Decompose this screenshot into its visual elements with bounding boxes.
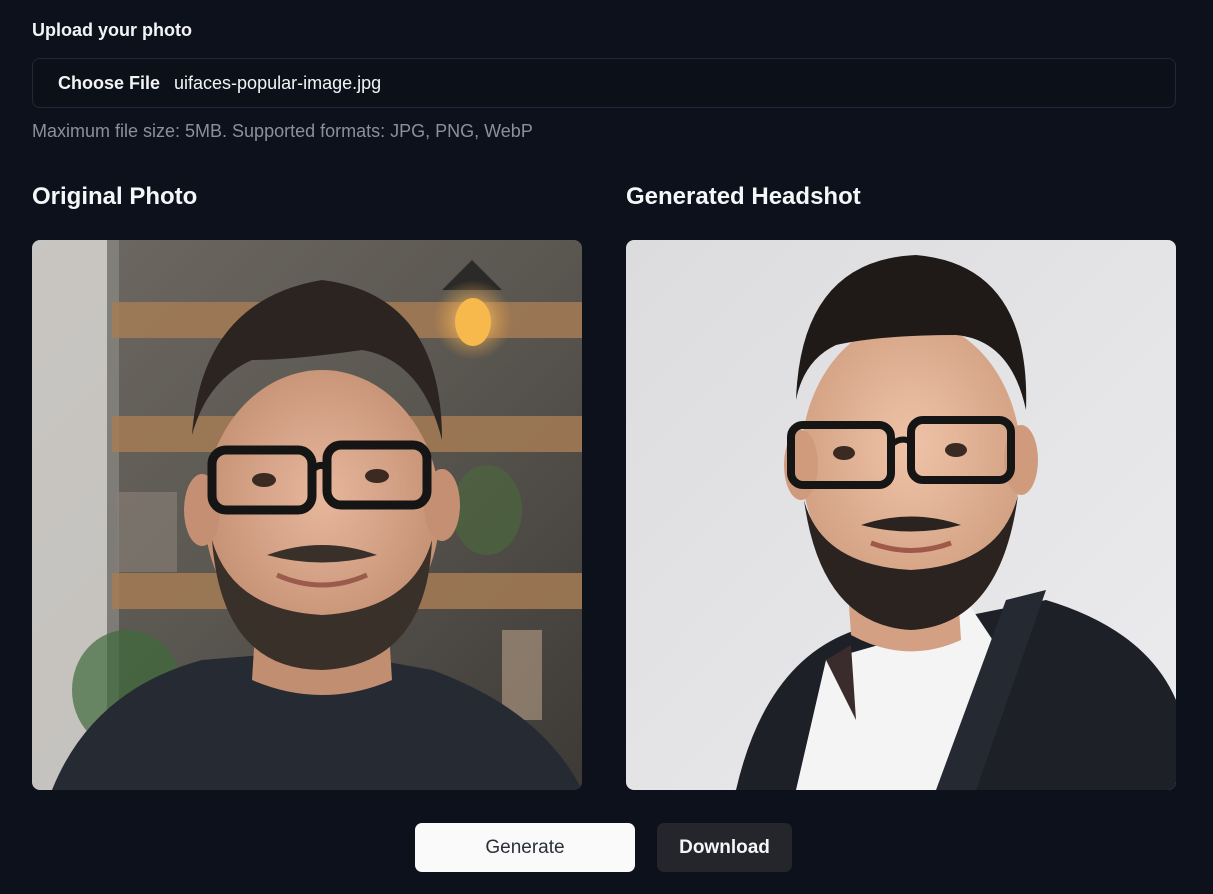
file-input[interactable]: Choose File uifaces-popular-image.jpg [32,58,1176,108]
original-photo [32,240,582,790]
original-photo-title: Original Photo [32,183,198,210]
upload-hint: Maximum file size: 5MB. Supported format… [32,121,533,141]
generated-headshot-title: Generated Headshot [626,183,861,210]
selected-file-name: uifaces-popular-image.jpg [174,72,382,93]
upload-label: Upload your photo [32,20,192,40]
download-button[interactable]: Download [657,823,792,872]
generate-button[interactable]: Generate [415,823,635,872]
generated-headshot-photo [626,240,1176,790]
choose-file-button[interactable]: Choose File [58,73,160,94]
